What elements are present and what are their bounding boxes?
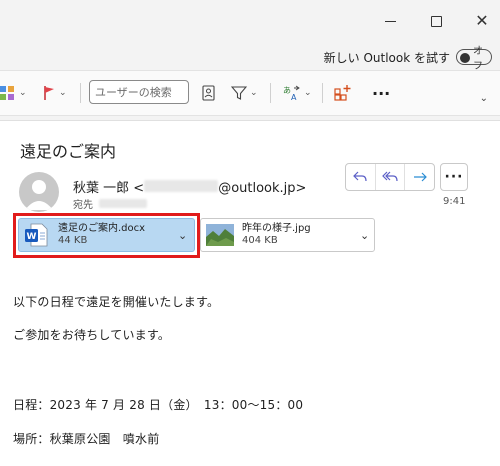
new-outlook-toggle-row: 新しい Outlook を試す オフ: [323, 46, 492, 72]
sender-email-domain: @outlook.jp>: [218, 181, 307, 196]
body-line: ご参加をお待ちしています。: [13, 328, 171, 342]
more-actions-button[interactable]: ···: [440, 163, 468, 191]
attachment-menu-chevron-icon[interactable]: ⌄: [360, 229, 369, 242]
follow-up-button[interactable]: ⌄: [42, 80, 67, 106]
maximize-icon: [430, 15, 442, 27]
translate-button[interactable]: あ A ⌄: [283, 80, 312, 106]
attachment-name: 遠足のご案内.docx: [58, 223, 146, 234]
close-button[interactable]: ✕: [466, 8, 498, 34]
divider: [322, 83, 323, 103]
reply-button[interactable]: [346, 164, 376, 190]
more-commands-button[interactable]: ···: [372, 80, 390, 106]
address-book-icon: [202, 85, 215, 101]
body-line: 場所：秋葉原公園 噴水前: [13, 432, 160, 446]
more-icon: ···: [444, 169, 464, 185]
toggle-knob: [460, 53, 470, 63]
reply-all-button[interactable]: [376, 164, 406, 190]
image-thumbnail-icon: [206, 224, 234, 246]
attachment-menu-chevron-icon[interactable]: ⌄: [178, 229, 187, 242]
sender-name: 秋葉 一郎: [73, 181, 130, 196]
recipient-row: 宛先: [73, 196, 147, 211]
minimize-button[interactable]: [374, 8, 406, 34]
attachment-docx[interactable]: W 遠足のご案内.docx 44 KB ⌄: [18, 218, 195, 252]
new-outlook-label: 新しい Outlook を試す: [323, 50, 450, 65]
add-in-icon: [334, 85, 351, 101]
more-icon: ···: [372, 83, 391, 103]
chevron-down-icon: ⌄: [59, 88, 67, 98]
redacted-email-user: [144, 180, 219, 192]
received-time: 9:41: [443, 196, 466, 207]
attachment-jpg[interactable]: 昨年の様子.jpg 404 KB ⌄: [200, 218, 375, 252]
person-icon: [25, 180, 53, 210]
maximize-button[interactable]: [420, 8, 452, 34]
people-search-box[interactable]: [89, 80, 196, 104]
minimize-icon: [384, 20, 396, 22]
categorize-button[interactable]: ⌄: [0, 80, 27, 106]
attachment-info: 遠足のご案内.docx 44 KB: [58, 223, 176, 247]
address-book-button[interactable]: [202, 80, 216, 106]
forward-button[interactable]: [405, 164, 434, 190]
new-outlook-toggle[interactable]: オフ: [456, 46, 492, 72]
attachment-name: 昨年の様子.jpg: [242, 223, 311, 234]
filter-email-button[interactable]: ⌄: [231, 80, 258, 106]
chevron-down-icon: ⌄: [19, 88, 27, 98]
divider: [80, 83, 81, 103]
body-line: 日程：2023 年 7 月 28 日（金） 13：00～15：00: [13, 398, 304, 412]
attachment-size: 404 KB: [242, 235, 278, 246]
word-file-icon: W: [25, 223, 48, 247]
ribbon-expand-chevron-icon[interactable]: ⌄: [480, 93, 488, 104]
chevron-down-icon: ⌄: [250, 88, 258, 98]
sender-line[interactable]: 秋葉 一郎 < @outlook.jp>: [73, 177, 306, 196]
close-icon: ✕: [475, 11, 489, 30]
filter-icon: [231, 86, 247, 100]
chevron-down-icon: ⌄: [304, 88, 312, 98]
message-actions: [345, 163, 435, 191]
attachment-size: 44 KB: [58, 235, 88, 246]
flag-icon: [44, 86, 54, 100]
redacted-recipient: [99, 199, 147, 208]
sender-email-open: <: [133, 181, 145, 196]
ribbon-toolbar: ⌄ ⌄ ⌄ あ A ⌄: [0, 70, 500, 116]
avatar[interactable]: [19, 172, 59, 212]
translate-icon: あ A: [283, 85, 300, 101]
toggle-state-label: オフ: [473, 46, 483, 72]
forward-icon: [413, 172, 427, 182]
svg-text:あ: あ: [283, 86, 291, 95]
attachment-info: 昨年の様子.jpg 404 KB: [242, 223, 356, 247]
svg-text:W: W: [27, 232, 37, 242]
categorize-icon: [0, 86, 14, 100]
body-line: 以下の日程で遠足を開催いたします。: [13, 295, 220, 309]
reply-all-icon: [382, 171, 398, 182]
to-label: 宛先: [73, 200, 93, 211]
svg-text:A: A: [291, 93, 297, 101]
title-bar: ✕: [0, 0, 500, 42]
message-subject: 遠足のご案内: [20, 142, 117, 161]
add-in-button[interactable]: [334, 80, 352, 106]
divider: [270, 83, 271, 103]
people-search-input[interactable]: [90, 81, 196, 104]
reply-icon: [353, 171, 367, 182]
